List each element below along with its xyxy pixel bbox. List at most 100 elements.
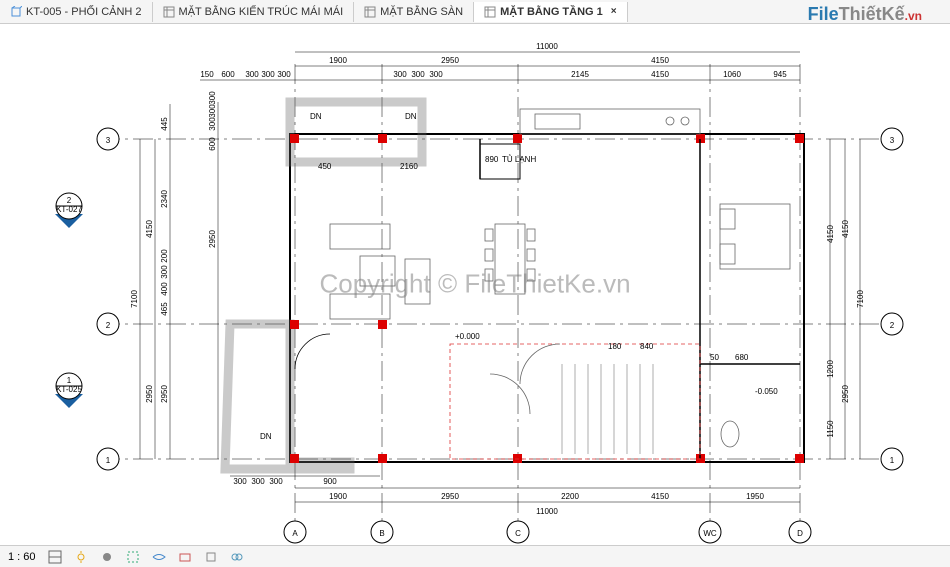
temp-hide-icon[interactable] — [204, 550, 218, 564]
grid-bubble-2-right: 2 — [881, 313, 903, 335]
floor-plan-svg: 3 2 1 3 2 1 A B C WC D — [0, 24, 950, 545]
svg-text:150: 150 — [200, 70, 214, 79]
grid-bubble-B: B — [371, 521, 393, 543]
grid-bubble-WC: WC — [699, 521, 721, 543]
grid-bubble-A: A — [284, 521, 306, 543]
svg-text:300: 300 — [245, 70, 259, 79]
svg-text:945: 945 — [773, 70, 787, 79]
tab-phoi-canh-2[interactable]: KT-005 - PHỐI CẢNH 2 — [0, 2, 153, 22]
hide-icon[interactable] — [152, 550, 166, 564]
svg-text:890: 890 — [485, 155, 499, 164]
plan-icon — [163, 6, 175, 18]
svg-text:3: 3 — [890, 136, 895, 145]
tab-label: MẶT BẰNG TẦNG 1 — [500, 6, 603, 18]
svg-text:4150: 4150 — [841, 220, 850, 238]
watermark-logo: FileThiếtKế.vn — [808, 4, 922, 25]
svg-text:300: 300 — [269, 477, 283, 486]
tab-close-icon[interactable]: × — [611, 6, 617, 17]
svg-text:2: 2 — [67, 196, 72, 205]
svg-text:2950: 2950 — [145, 385, 154, 403]
svg-text:1200: 1200 — [826, 360, 835, 378]
grid-bubble-3-left: 3 — [97, 128, 119, 150]
plan-icon — [484, 6, 496, 18]
svg-text:TỦ LẠNH: TỦ LẠNH — [502, 155, 536, 164]
svg-text:1150: 1150 — [826, 420, 835, 438]
svg-text:180: 180 — [608, 342, 622, 351]
svg-text:300: 300 — [208, 91, 217, 105]
svg-text:600: 600 — [221, 70, 235, 79]
shadows-icon[interactable] — [100, 550, 114, 564]
tab-mai-mai[interactable]: MẶT BẰNG KIẾN TRÚC MÁI MÁI — [153, 2, 355, 22]
svg-text:400: 400 — [160, 282, 169, 296]
tab-san[interactable]: MẶT BẰNG SÀN — [354, 2, 474, 22]
svg-text:3: 3 — [106, 136, 111, 145]
status-bar: 1 : 60 — [0, 545, 950, 567]
sun-path-icon[interactable] — [74, 550, 88, 564]
dimensions-left: 7100 2950 4150 2950 465 400 300 200 2340… — [130, 91, 218, 459]
dimensions-bottom: 11000 1900 2950 2200 4150 1950 300 300 3… — [230, 476, 800, 516]
grid-bubble-2-left: 2 — [97, 313, 119, 335]
svg-text:300: 300 — [208, 104, 217, 118]
svg-text:2: 2 — [890, 321, 895, 330]
svg-text:1060: 1060 — [723, 70, 741, 79]
svg-text:680: 680 — [735, 353, 749, 362]
svg-text:1950: 1950 — [746, 492, 764, 501]
grid-bubble-3-right: 3 — [881, 128, 903, 150]
reveal-icon[interactable] — [178, 550, 192, 564]
tab-label: MẶT BẰNG SÀN — [380, 6, 463, 18]
svg-text:600: 600 — [208, 137, 217, 151]
svg-text:A: A — [292, 529, 298, 538]
svg-text:11000: 11000 — [536, 507, 558, 516]
svg-text:KT-025: KT-025 — [56, 385, 82, 394]
svg-text:2200: 2200 — [561, 492, 579, 501]
worksets-icon[interactable] — [230, 550, 244, 564]
dimensions-right: 7100 2950 4150 4150 1200 1150 — [826, 139, 865, 459]
svg-text:1: 1 — [67, 376, 72, 385]
svg-text:1: 1 — [890, 456, 895, 465]
svg-text:300: 300 — [393, 70, 407, 79]
svg-text:2950: 2950 — [441, 56, 459, 65]
svg-text:1900: 1900 — [329, 56, 347, 65]
svg-text:7100: 7100 — [856, 290, 865, 308]
svg-text:300: 300 — [233, 477, 247, 486]
svg-text:840: 840 — [640, 342, 654, 351]
svg-text:300: 300 — [411, 70, 425, 79]
svg-text:+0.000: +0.000 — [455, 332, 480, 341]
svg-text:2340: 2340 — [160, 190, 169, 208]
svg-text:WC: WC — [703, 529, 717, 538]
svg-text:2950: 2950 — [160, 385, 169, 403]
svg-text:2950: 2950 — [208, 230, 217, 248]
svg-text:2950: 2950 — [841, 385, 850, 403]
svg-text:4150: 4150 — [651, 56, 669, 65]
svg-text:900: 900 — [323, 477, 337, 486]
svg-text:11000: 11000 — [536, 42, 558, 51]
3d-view-icon — [10, 6, 22, 18]
svg-text:D: D — [797, 529, 803, 538]
svg-text:300: 300 — [160, 265, 169, 279]
svg-text:300: 300 — [429, 70, 443, 79]
svg-text:C: C — [515, 529, 521, 538]
svg-text:7100: 7100 — [130, 290, 139, 308]
svg-text:300: 300 — [208, 117, 217, 131]
grid-bubble-1-right: 1 — [881, 448, 903, 470]
svg-text:KT-027: KT-027 — [56, 205, 82, 214]
svg-text:50: 50 — [710, 353, 719, 362]
grid-bubble-C: C — [507, 521, 529, 543]
svg-text:4150: 4150 — [826, 225, 835, 243]
crop-icon[interactable] — [126, 550, 140, 564]
svg-text:450: 450 — [318, 162, 332, 171]
svg-text:200: 200 — [160, 249, 169, 263]
scale-display[interactable]: 1 : 60 — [8, 551, 36, 563]
tab-tang-1[interactable]: MẶT BẰNG TẦNG 1 × — [474, 2, 628, 22]
svg-text:2: 2 — [106, 321, 111, 330]
model-graphics-icon[interactable] — [48, 550, 62, 564]
tab-label: MẶT BẰNG KIẾN TRÚC MÁI MÁI — [179, 6, 344, 18]
svg-text:-0.050: -0.050 — [755, 387, 778, 396]
grid-bubble-1-left: 1 — [97, 448, 119, 470]
drawing-canvas[interactable]: 3 2 1 3 2 1 A B C WC D — [0, 24, 950, 545]
svg-text:300: 300 — [261, 70, 275, 79]
section-marker-2: 2 KT-027 — [55, 193, 83, 228]
svg-text:DN: DN — [260, 432, 272, 441]
tab-label: KT-005 - PHỐI CẢNH 2 — [26, 6, 142, 18]
svg-text:2160: 2160 — [400, 162, 418, 171]
